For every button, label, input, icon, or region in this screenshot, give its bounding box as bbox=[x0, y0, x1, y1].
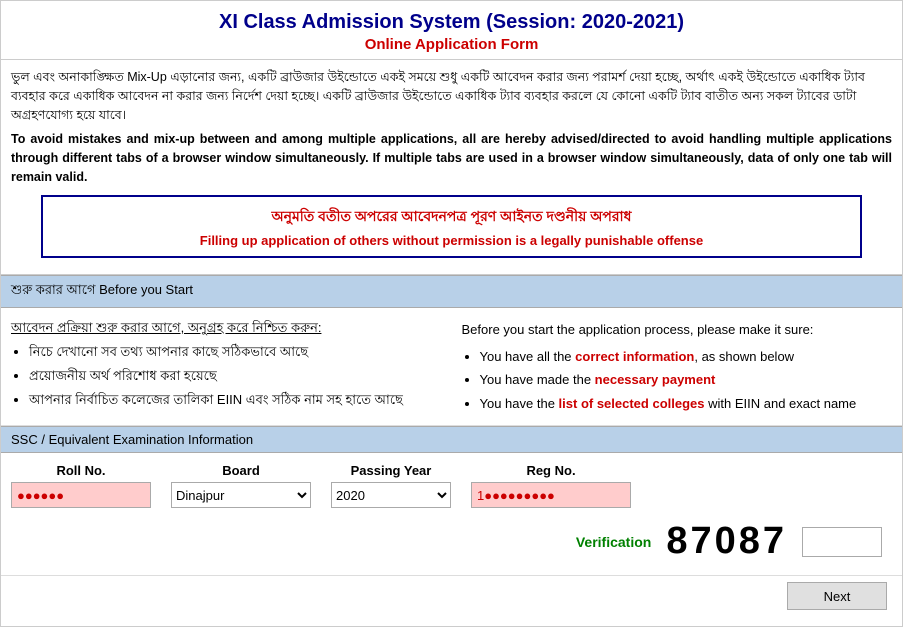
warning-box: অনুমতি বতীত অপরের আবেদনপত্র পূরণ আইনত দণ… bbox=[41, 195, 862, 258]
captcha-number: 87087 bbox=[666, 520, 787, 563]
before-start-right-item-2: You have made the necessary payment bbox=[480, 368, 893, 391]
page-subtitle: Online Application Form bbox=[6, 36, 897, 53]
warning-bengali: অনুমতি বতীত অপরের আবেদনপত্র পূরণ আইনত দণ… bbox=[53, 205, 850, 229]
board-label: Board bbox=[171, 463, 311, 478]
ssc-fields: Roll No. Board Dhaka Dinajpur Rajshahi C… bbox=[1, 463, 902, 508]
board-field-group: Board Dhaka Dinajpur Rajshahi Comilla Ch… bbox=[171, 463, 311, 508]
reg-field-group: Reg No. bbox=[471, 463, 631, 508]
verification-label: Verification bbox=[576, 534, 651, 550]
roll-field-group: Roll No. bbox=[11, 463, 151, 508]
before-start-right-item-3: You have the list of selected colleges w… bbox=[480, 392, 893, 415]
notice-bengali: ভুল এবং অনাকাঙ্ক্ষিত Mix-Up এড়ানোর জন্য… bbox=[11, 68, 892, 124]
before-start-left-item-2: প্রয়োজনীয় অর্থ পরিশোধ করা হয়েছে bbox=[29, 366, 442, 387]
next-section: Next bbox=[1, 575, 902, 618]
roll-input[interactable] bbox=[11, 482, 151, 508]
page-title: XI Class Admission System (Session: 2020… bbox=[6, 11, 897, 34]
before-start-left-intro: আবেদন প্রক্রিয়া শুরু করার আগে, অনুগ্রহ … bbox=[11, 318, 442, 339]
year-field-group: Passing Year 2019 2020 2021 bbox=[331, 463, 451, 508]
before-start-left-item-3: আপনার নির্বাচিত কলেজের তালিকা EIIN এবং স… bbox=[29, 390, 442, 411]
ssc-section-header: SSC / Equivalent Examination Information bbox=[1, 426, 902, 453]
notice-english: To avoid mistakes and mix-up between and… bbox=[11, 130, 892, 186]
warning-english: Filling up application of others without… bbox=[53, 233, 850, 248]
before-start-right-item-1: You have all the correct information, as… bbox=[480, 345, 893, 368]
before-start-content: আবেদন প্রক্রিয়া শুরু করার আগে, অনুগ্রহ … bbox=[1, 308, 902, 427]
before-start-left-list: নিচে দেখানো সব তথ্য আপনার কাছে সঠিকভাবে … bbox=[29, 342, 442, 410]
before-start-right: Before you start the application process… bbox=[462, 318, 893, 416]
before-start-right-intro: Before you start the application process… bbox=[462, 318, 893, 341]
roll-label: Roll No. bbox=[11, 463, 151, 478]
before-start-right-list: You have all the correct information, as… bbox=[480, 345, 893, 415]
year-select[interactable]: 2019 2020 2021 bbox=[331, 482, 451, 508]
page-wrapper: XI Class Admission System (Session: 2020… bbox=[0, 0, 903, 627]
before-start-label: শুরু করার আগে Before you Start bbox=[11, 282, 193, 297]
board-select[interactable]: Dhaka Dinajpur Rajshahi Comilla Chittago… bbox=[171, 482, 311, 508]
captcha-input[interactable] bbox=[802, 527, 882, 557]
notice-block: ভুল এবং অনাকাঙ্ক্ষিত Mix-Up এড়ানোর জন্য… bbox=[1, 60, 902, 275]
before-start-section-header: শুরু করার আগে Before you Start bbox=[1, 275, 902, 308]
next-button[interactable]: Next bbox=[787, 582, 887, 610]
header: XI Class Admission System (Session: 2020… bbox=[1, 1, 902, 60]
reg-input[interactable] bbox=[471, 482, 631, 508]
before-start-left-item-1: নিচে দেখানো সব তথ্য আপনার কাছে সঠিকভাবে … bbox=[29, 342, 442, 363]
reg-label: Reg No. bbox=[471, 463, 631, 478]
year-label: Passing Year bbox=[331, 463, 451, 478]
ssc-section-label: SSC / Equivalent Examination Information bbox=[11, 432, 253, 447]
verification-section: Verification 87087 bbox=[1, 508, 902, 575]
before-start-left: আবেদন প্রক্রিয়া শুরু করার আগে, অনুগ্রহ … bbox=[11, 318, 442, 416]
